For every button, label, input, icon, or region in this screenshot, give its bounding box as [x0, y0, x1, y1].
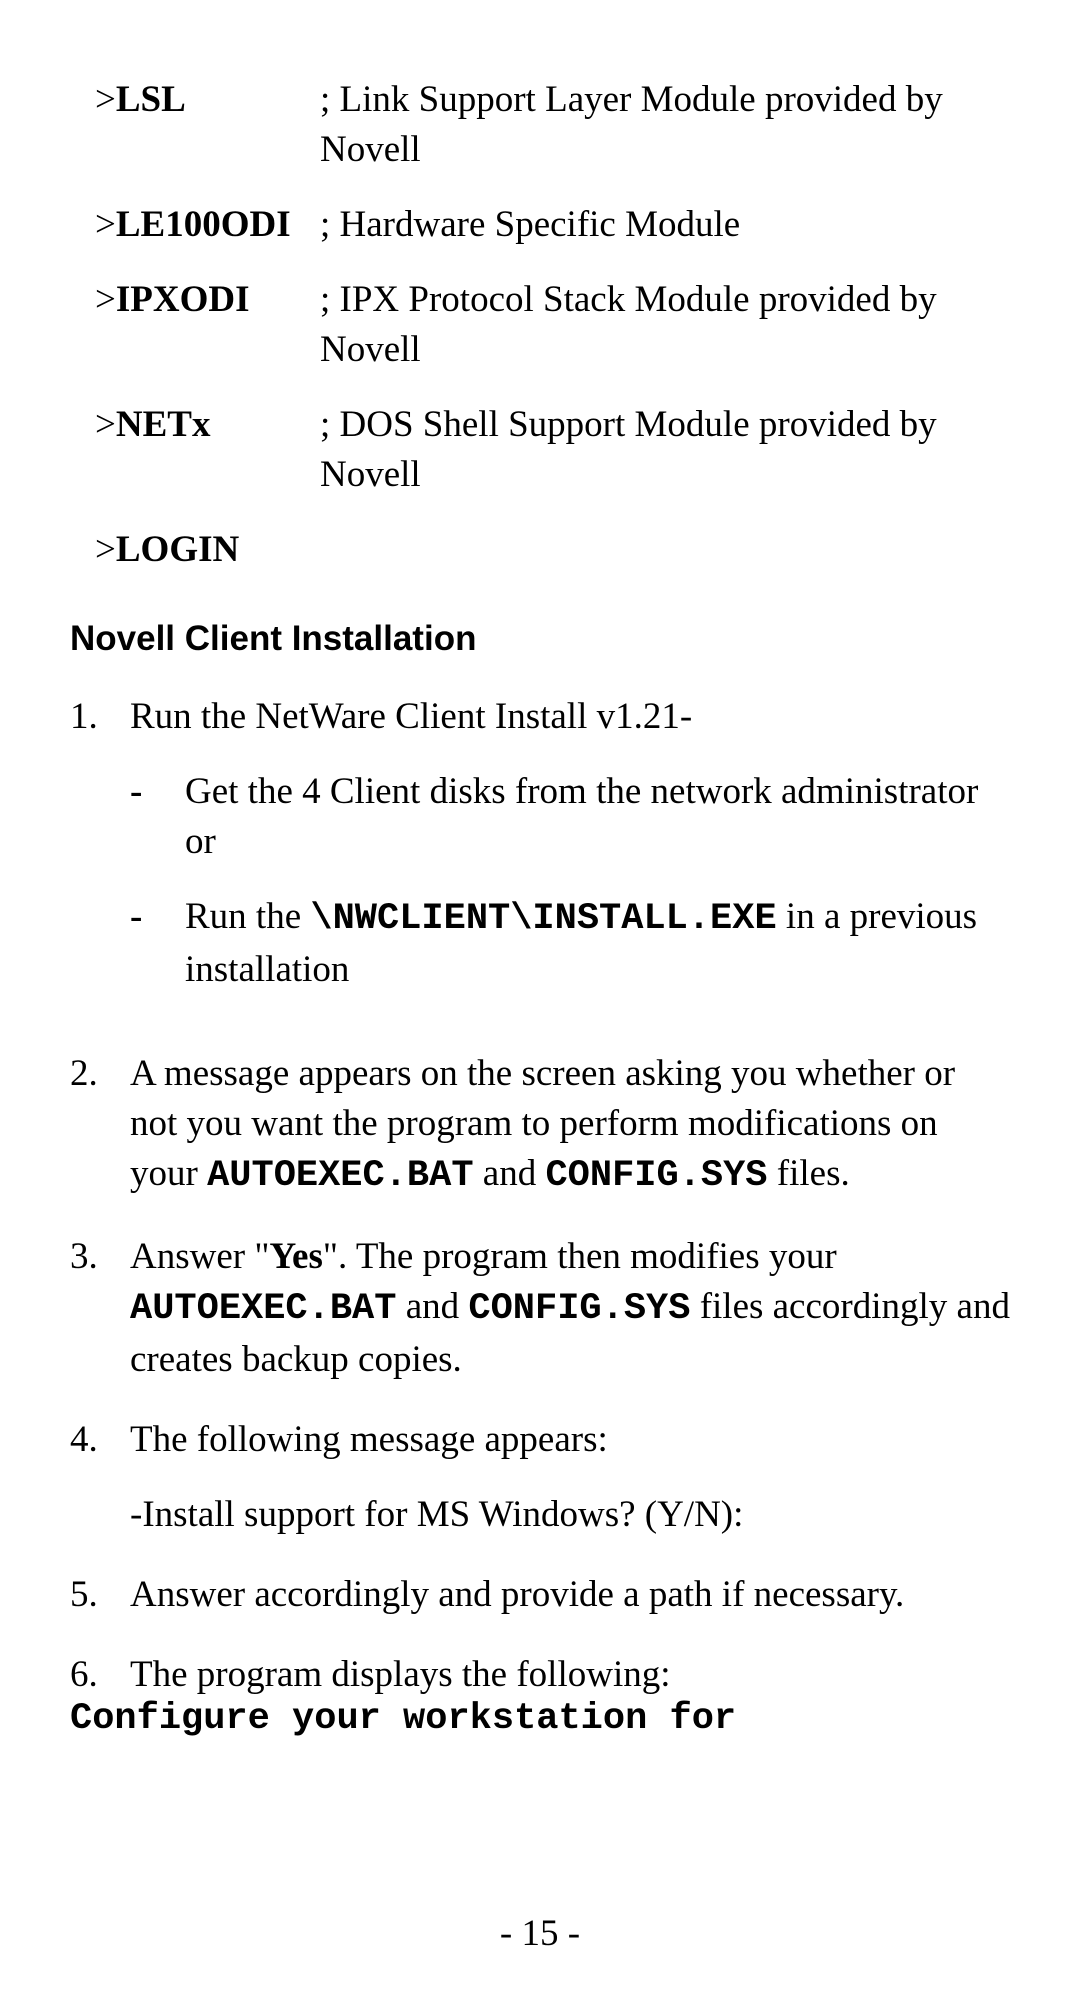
login-name: LOGIN — [116, 529, 239, 570]
module-name: LSL — [116, 79, 186, 120]
module-desc: ; Link Support Layer Module provided by … — [320, 75, 1010, 175]
text-run: and — [396, 1286, 468, 1327]
text-run: files. — [768, 1153, 850, 1194]
list-number: 6. — [70, 1650, 130, 1700]
prompt-symbol: > — [95, 279, 116, 320]
module-desc: ; Hardware Specific Module — [320, 200, 1010, 250]
list-item: 4. The following message appears: -Insta… — [70, 1415, 1010, 1540]
list-item: 6. The program displays the following: — [70, 1650, 1010, 1700]
step1-text: Run the NetWare Client Install v1.21- — [130, 696, 692, 737]
prompt-symbol: > — [95, 404, 116, 445]
list-body: Answer accordingly and provide a path if… — [130, 1570, 1010, 1620]
list-body: The following message appears: -Install … — [130, 1415, 1010, 1540]
sub-item-text: Run the \NWCLIENT\INSTALL.EXE in a previ… — [185, 892, 1010, 995]
sub-list-item: - Get the 4 Client disks from the networ… — [130, 767, 1010, 867]
module-name: IPXODI — [116, 279, 250, 320]
prompt-symbol: > — [95, 79, 116, 120]
module-cmd: >LSL — [95, 75, 320, 125]
list-item: 2. A message appears on the screen askin… — [70, 1049, 1010, 1202]
list-number: 5. — [70, 1570, 130, 1620]
module-row: >IPXODI ; IPX Protocol Stack Module prov… — [95, 275, 1010, 375]
module-cmd: >IPXODI — [95, 275, 320, 325]
bold-run: Yes — [269, 1236, 322, 1277]
module-row: >LSL ; Link Support Layer Module provide… — [95, 75, 1010, 175]
module-row: >LE100ODI ; Hardware Specific Module — [95, 200, 1010, 250]
list-item: 5. Answer accordingly and provide a path… — [70, 1570, 1010, 1620]
sub-item-text: Get the 4 Client disks from the network … — [185, 767, 1010, 867]
module-desc: ; DOS Shell Support Module provided by N… — [320, 400, 1010, 500]
text-run: and — [474, 1153, 546, 1194]
module-table: >LSL ; Link Support Layer Module provide… — [95, 75, 1010, 500]
trailing-code-line: Configure your workstation for — [70, 1695, 1010, 1745]
code-run: AUTOEXEC.BAT — [207, 1155, 473, 1197]
login-command: >LOGIN — [95, 525, 1010, 575]
list-body: Answer "Yes". The program then modifies … — [130, 1232, 1010, 1385]
text-run: ". The program then modifies your — [323, 1236, 837, 1277]
step4-line1: The following message appears: — [130, 1415, 1010, 1465]
sub-list-item: - Run the \NWCLIENT\INSTALL.EXE in a pre… — [130, 892, 1010, 995]
prompt-symbol: > — [95, 204, 116, 245]
step4-line2: -Install support for MS Windows? (Y/N): — [130, 1490, 1010, 1540]
ordered-list: 1. Run the NetWare Client Install v1.21-… — [70, 692, 1010, 1700]
code-run: CONFIG.SYS — [468, 1288, 690, 1330]
list-item: 1. Run the NetWare Client Install v1.21-… — [70, 692, 1010, 1020]
module-cmd: >LE100ODI — [95, 200, 320, 250]
text-run: Answer " — [130, 1236, 269, 1277]
sub-list: - Get the 4 Client disks from the networ… — [130, 767, 1010, 995]
page: >LSL ; Link Support Layer Module provide… — [0, 0, 1080, 2014]
module-cmd: >NETx — [95, 400, 320, 450]
module-name: NETx — [116, 404, 211, 445]
list-number: 2. — [70, 1049, 130, 1202]
text-run: Run the — [185, 896, 310, 937]
dash-bullet: - — [130, 892, 185, 995]
code-run: \NWCLIENT\INSTALL.EXE — [310, 898, 776, 940]
prompt-symbol: > — [95, 529, 116, 570]
module-row: >NETx ; DOS Shell Support Module provide… — [95, 400, 1010, 500]
code-run: AUTOEXEC.BAT — [130, 1288, 396, 1330]
code-run: CONFIG.SYS — [545, 1155, 767, 1197]
list-number: 4. — [70, 1415, 130, 1540]
list-number: 1. — [70, 692, 130, 1020]
list-number: 3. — [70, 1232, 130, 1385]
section-heading: Novell Client Installation — [70, 615, 1010, 662]
list-body: Run the NetWare Client Install v1.21- - … — [130, 692, 1010, 1020]
dash-bullet: - — [130, 767, 185, 867]
page-number: - 15 - — [0, 1909, 1080, 1959]
module-desc: ; IPX Protocol Stack Module provided by … — [320, 275, 1010, 375]
list-item: 3. Answer "Yes". The program then modifi… — [70, 1232, 1010, 1385]
list-body: The program displays the following: — [130, 1650, 1010, 1700]
list-body: A message appears on the screen asking y… — [130, 1049, 1010, 1202]
module-name: LE100ODI — [116, 204, 291, 245]
